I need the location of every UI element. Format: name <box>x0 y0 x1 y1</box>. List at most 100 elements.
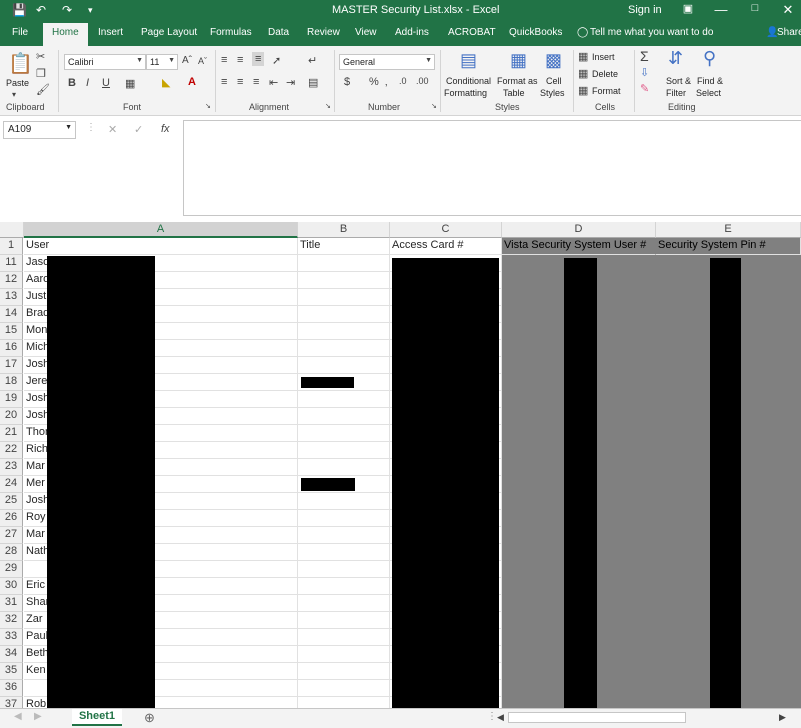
dialog-launcher-icon[interactable]: ↘ <box>431 102 437 110</box>
confirm-entry-icon[interactable]: ✓ <box>134 123 143 136</box>
tab-formulas[interactable]: Formulas <box>210 27 252 38</box>
cancel-entry-icon[interactable]: ✕ <box>108 123 117 136</box>
row-header[interactable]: 34 <box>0 646 23 663</box>
row-header[interactable]: 21 <box>0 425 23 442</box>
customize-qat-icon[interactable]: ▾ <box>88 5 93 16</box>
fill-icon[interactable]: ⇩ <box>640 66 649 79</box>
dialog-launcher-icon[interactable]: ↘ <box>325 102 331 110</box>
formula-input[interactable] <box>183 120 801 216</box>
copy-icon[interactable]: ❐ <box>36 67 46 80</box>
minimize-icon[interactable]: — <box>711 2 731 17</box>
dialog-launcher-icon[interactable]: ↘ <box>205 102 211 110</box>
title-cell[interactable] <box>298 442 390 459</box>
row-header[interactable]: 36 <box>0 680 23 697</box>
row-header[interactable]: 33 <box>0 629 23 646</box>
sort-filter-icon[interactable]: ⇵ <box>668 48 683 69</box>
title-cell[interactable] <box>298 595 390 612</box>
tab-file[interactable]: File <box>12 27 28 38</box>
comma-style-icon[interactable]: ‚ <box>385 76 387 88</box>
row-header[interactable]: 25 <box>0 493 23 510</box>
title-cell[interactable] <box>298 255 390 272</box>
title-cell[interactable] <box>298 357 390 374</box>
col-header-d[interactable]: D <box>502 222 656 238</box>
format-cells-icon[interactable]: ▦ <box>578 84 588 97</box>
ribbon-display-icon[interactable]: ▣ <box>678 2 698 15</box>
tab-insert[interactable]: Insert <box>98 27 123 38</box>
row-header[interactable]: 32 <box>0 612 23 629</box>
paste-dropdown-icon[interactable]: ▾ <box>12 90 16 99</box>
title-cell[interactable] <box>298 612 390 629</box>
tab-quickbooks[interactable]: QuickBooks <box>509 27 562 38</box>
borders-icon[interactable]: ▦ <box>125 77 135 90</box>
row-header[interactable]: 26 <box>0 510 23 527</box>
row-header[interactable]: 16 <box>0 340 23 357</box>
font-size-combo[interactable]: 11 ▼ <box>146 54 178 70</box>
scroll-left-icon[interactable]: ◀ <box>497 712 504 723</box>
header-cell-user[interactable]: User <box>24 238 298 255</box>
percent-icon[interactable]: % <box>369 76 379 88</box>
header-cell-access-card[interactable]: Access Card # <box>390 238 502 255</box>
decrease-indent-icon[interactable]: ⇤ <box>269 76 278 89</box>
tab-page-layout[interactable]: Page Layout <box>141 27 197 38</box>
row-header[interactable]: 17 <box>0 357 23 374</box>
cell-styles-icon[interactable]: ▩ <box>545 50 562 71</box>
insert-cells-button[interactable]: Insert <box>592 52 615 63</box>
row-header[interactable]: 29 <box>0 561 23 578</box>
format-as-table-label[interactable]: Format as <box>497 76 538 87</box>
col-header-a[interactable]: A <box>24 222 298 238</box>
increase-indent-icon[interactable]: ⇥ <box>286 76 295 89</box>
format-as-table-label-2[interactable]: Table <box>503 88 525 99</box>
title-cell[interactable] <box>298 544 390 561</box>
row-header[interactable]: 28 <box>0 544 23 561</box>
conditional-formatting-icon[interactable]: ▤ <box>460 50 477 71</box>
header-cell-title[interactable]: Title <box>298 238 390 255</box>
tell-me-input[interactable]: Tell me what you want to do <box>590 27 713 38</box>
header-cell-pin[interactable]: Security System Pin # <box>656 238 801 255</box>
scroll-right-icon[interactable]: ▶ <box>779 712 786 723</box>
sort-filter-label[interactable]: Sort & <box>666 76 691 87</box>
cell-styles-label[interactable]: Cell <box>546 76 562 87</box>
format-as-table-icon[interactable]: ▦ <box>510 50 527 71</box>
insert-cells-icon[interactable]: ▦ <box>578 50 588 63</box>
tab-review[interactable]: Review <box>307 27 340 38</box>
sort-filter-label-2[interactable]: Filter <box>666 88 686 99</box>
font-color-icon[interactable]: A <box>188 76 196 88</box>
row-header[interactable]: 30 <box>0 578 23 595</box>
title-cell[interactable] <box>298 629 390 646</box>
row-header[interactable]: 22 <box>0 442 23 459</box>
title-cell[interactable] <box>298 697 390 708</box>
redo-icon[interactable]: ↷ <box>62 3 72 17</box>
save-icon[interactable]: 💾 <box>12 3 27 17</box>
maximize-icon[interactable]: □ <box>745 2 765 14</box>
sheet-tab-sheet1[interactable]: Sheet1 <box>72 709 122 726</box>
row-header[interactable]: 15 <box>0 323 23 340</box>
delete-cells-button[interactable]: Delete <box>592 69 618 80</box>
col-header-e[interactable]: E <box>656 222 801 238</box>
close-icon[interactable]: ✕ <box>778 2 798 18</box>
header-cell-vista-user[interactable]: Vista Security System User # <box>502 238 656 255</box>
shrink-font-icon[interactable]: Aˇ <box>198 56 207 66</box>
insert-function-icon[interactable]: fx <box>161 123 170 135</box>
number-format-combo[interactable]: General ▼ <box>339 54 435 70</box>
row-header[interactable]: 35 <box>0 663 23 680</box>
col-header-c[interactable]: C <box>390 222 502 238</box>
tab-data[interactable]: Data <box>268 27 289 38</box>
align-left-icon[interactable]: ≡ <box>221 76 227 88</box>
row-header[interactable]: 13 <box>0 289 23 306</box>
cut-icon[interactable]: ✂ <box>36 50 45 63</box>
merge-center-icon[interactable]: ▤ <box>308 76 318 89</box>
middle-align-icon[interactable]: ≡ <box>237 54 243 66</box>
delete-cells-icon[interactable]: ▦ <box>578 67 588 80</box>
underline-icon[interactable]: U <box>102 77 110 89</box>
row-header[interactable]: 31 <box>0 595 23 612</box>
cell-styles-label-2[interactable]: Styles <box>540 88 565 99</box>
title-cell[interactable] <box>298 425 390 442</box>
row-header[interactable]: 27 <box>0 527 23 544</box>
grow-font-icon[interactable]: Aˆ <box>182 55 192 66</box>
row-header[interactable]: 14 <box>0 306 23 323</box>
increase-decimal-icon[interactable]: .0 <box>399 76 407 86</box>
clear-icon[interactable]: ✎ <box>640 82 649 95</box>
decrease-decimal-icon[interactable]: .00 <box>416 76 429 86</box>
row-header[interactable]: 20 <box>0 408 23 425</box>
bottom-align-icon[interactable]: ≡ <box>252 52 265 66</box>
